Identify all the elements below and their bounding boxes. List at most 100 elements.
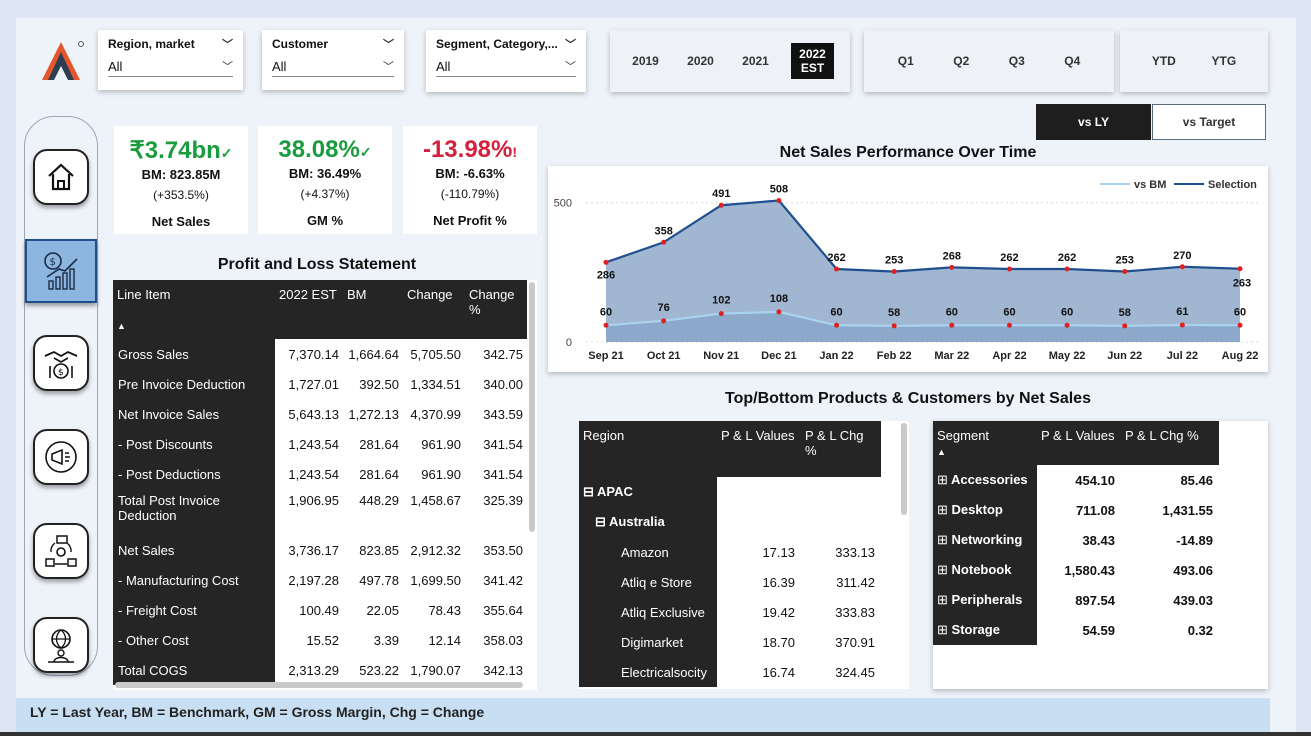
expand-icon[interactable]: ⊞: [937, 562, 948, 577]
pl-value-cell: 523.22: [359, 662, 399, 678]
pl-line-item-cell: Total Post Invoice Deduction: [113, 489, 275, 535]
chevron-down-icon[interactable]: ﹀: [222, 36, 233, 52]
bottom-border: [0, 732, 1311, 736]
pl-row[interactable]: - Other Cost 15.52 3.39 12.14 358.03: [113, 625, 527, 655]
dropdown-chevron-icon[interactable]: ﹀: [222, 58, 233, 74]
pl-header-change[interactable]: Change: [403, 280, 465, 339]
dropdown-chevron-icon[interactable]: ﹀: [383, 58, 394, 74]
segment-header-pl-values[interactable]: P & L Values: [1037, 421, 1121, 465]
region-vertical-scrollbar[interactable]: [901, 423, 907, 515]
pl-value-cell: 2,912.32: [410, 542, 461, 558]
pl-vertical-scrollbar[interactable]: [529, 282, 535, 532]
supply-chain-view-button[interactable]: [33, 523, 89, 579]
svg-text:$: $: [50, 257, 56, 268]
kpi-gm-percent: 38.08%✓ BM: 36.49% (+4.37%) GM %: [258, 126, 392, 234]
pl-header-bm[interactable]: BM: [343, 280, 403, 339]
chevron-down-icon[interactable]: ﹀: [565, 36, 576, 52]
dropdown-chevron-icon[interactable]: ﹀: [565, 58, 576, 74]
quarter-button-q2[interactable]: Q2: [947, 48, 975, 74]
region-customer-row[interactable]: Atliq e Store 16.39 311.42: [579, 567, 881, 597]
region-row-apac[interactable]: ⊟ APAC: [579, 477, 881, 507]
pl-row[interactable]: - Manufacturing Cost 2,197.28 497.78 1,699.…: [113, 565, 527, 595]
segment-row[interactable]: ⊞ Networking 38.43 -14.89: [933, 525, 1219, 555]
customer-value-cell: 17.13: [762, 544, 795, 560]
vs-ly-button[interactable]: vs LY: [1036, 104, 1151, 140]
collapse-icon[interactable]: ⊟: [595, 514, 606, 529]
pl-header-line-item[interactable]: Line Item ▲: [113, 280, 275, 339]
marketing-view-button[interactable]: [33, 429, 89, 485]
benchmark-point: [1237, 322, 1243, 328]
year-button-2020[interactable]: 2020: [681, 48, 720, 74]
region-header-pl-values[interactable]: P & L Values: [717, 421, 801, 477]
vs-target-button[interactable]: vs Target: [1152, 104, 1266, 140]
pl-value-cell: 341.54: [483, 436, 523, 452]
chevron-down-icon[interactable]: ﹀: [383, 36, 394, 52]
pl-header-change-percent[interactable]: Change %: [465, 280, 527, 339]
expand-icon[interactable]: ⊞: [937, 502, 948, 517]
segment-header-segment[interactable]: Segment ▲: [933, 421, 1037, 465]
pl-horizontal-scrollbar[interactable]: [115, 682, 523, 688]
selection-data-label: 263: [1233, 278, 1251, 290]
pl-row[interactable]: Net Invoice Sales 5,643.13 1,272.13 4,370.9…: [113, 399, 527, 429]
legend-label-vs-bm: vs BM: [1134, 179, 1166, 191]
home-button[interactable]: [33, 149, 89, 205]
region-header-pl-chg[interactable]: P & L Chg %: [801, 421, 881, 477]
selection-data-label: 253: [1116, 255, 1134, 267]
collapse-icon[interactable]: ⊟: [583, 484, 594, 499]
pl-row[interactable]: Net Sales 3,736.17 823.85 2,912.32 353.50: [113, 535, 527, 565]
pl-line-item-cell: - Other Cost: [113, 625, 275, 655]
pl-value-cell: 1,243.54: [288, 466, 339, 482]
customer-name-cell: Amazon: [579, 537, 717, 567]
filter-region-market[interactable]: Region, market ﹀ All ﹀: [98, 30, 243, 90]
pl-row[interactable]: Gross Sales 7,370.14 1,664.64 5,705.50 342.7…: [113, 339, 527, 369]
expand-icon[interactable]: ⊞: [937, 622, 948, 637]
region-customer-row[interactable]: Atliq Exclusive 19.42 333.83: [579, 597, 881, 627]
kpi-value-text: 38.08%: [278, 136, 360, 163]
expand-icon[interactable]: ⊞: [937, 592, 948, 607]
finance-view-button[interactable]: $: [25, 239, 97, 303]
year-button-2022-est[interactable]: 2022 EST: [791, 43, 834, 79]
pl-row[interactable]: Pre Invoice Deduction 1,727.01 392.50 1,334…: [113, 369, 527, 399]
segment-header-pl-chg[interactable]: P & L Chg %: [1121, 421, 1219, 465]
filter-customer[interactable]: Customer ﹀ All ﹀: [262, 30, 404, 90]
quarter-button-q3[interactable]: Q3: [1003, 48, 1031, 74]
segment-value-cell: 711.08: [1075, 502, 1115, 518]
region-customer-row[interactable]: Digimarket 18.70 370.91: [579, 627, 881, 657]
expand-icon[interactable]: ⊞: [937, 532, 948, 547]
filter-segment-category[interactable]: Segment, Category,... ﹀ All ﹀: [426, 30, 586, 92]
segment-row[interactable]: ⊞ Peripherals 897.54 439.03: [933, 585, 1219, 615]
quarter-button-q4[interactable]: Q4: [1058, 48, 1086, 74]
pl-row[interactable]: Total Post Invoice Deduction 1,906.95 448.…: [113, 489, 527, 535]
pl-row[interactable]: - Freight Cost 100.49 22.05 78.43 355.64: [113, 595, 527, 625]
year-button-2019[interactable]: 2019: [626, 48, 665, 74]
selection-point: [603, 259, 609, 265]
selection-data-label: 270: [1173, 250, 1191, 262]
segment-row[interactable]: ⊞ Desktop 711.08 1,431.55: [933, 495, 1219, 525]
quarter-button-q1[interactable]: Q1: [892, 48, 920, 74]
ytg-button[interactable]: YTG: [1205, 48, 1242, 74]
executive-view-button[interactable]: [33, 617, 89, 673]
kpi-benchmark: BM: -6.63%: [435, 166, 505, 181]
segment-row[interactable]: ⊞ Notebook 1,580.43 493.06: [933, 555, 1219, 585]
customer-value-cell: 16.74: [762, 664, 795, 680]
pl-row[interactable]: - Post Discounts 1,243.54 281.64 961.90 341.…: [113, 429, 527, 459]
pl-value-cell: 1,727.01: [288, 376, 339, 392]
pl-value-cell: 355.64: [483, 602, 523, 618]
benchmark-data-label: 60: [830, 306, 842, 318]
year-button-2021[interactable]: 2021: [736, 48, 775, 74]
sales-view-button[interactable]: $: [33, 335, 89, 391]
expand-icon[interactable]: ⊞: [937, 472, 948, 487]
ytd-button[interactable]: YTD: [1146, 48, 1182, 74]
marketing-megaphone-icon: [45, 441, 77, 473]
pl-row[interactable]: Total COGS 2,313.29 523.22 1,790.07 342.13: [113, 655, 527, 685]
region-header-region[interactable]: Region: [579, 421, 717, 477]
region-row-australia[interactable]: ⊟ Australia: [579, 507, 881, 537]
segment-name-cell: ⊞ Accessories: [933, 465, 1037, 495]
region-customer-row[interactable]: Electricalsocity 16.74 324.45: [579, 657, 881, 687]
region-customer-row[interactable]: Amazon 17.13 333.13: [579, 537, 881, 567]
segment-row[interactable]: ⊞ Accessories 454.10 85.46: [933, 465, 1219, 495]
segment-row[interactable]: ⊞ Storage 54.59 0.32: [933, 615, 1219, 645]
pl-value-cell: 1,334.51: [410, 376, 461, 392]
pl-header-2022-est[interactable]: 2022 EST: [275, 280, 343, 339]
pl-row[interactable]: - Post Deductions 1,243.54 281.64 961.90 341…: [113, 459, 527, 489]
